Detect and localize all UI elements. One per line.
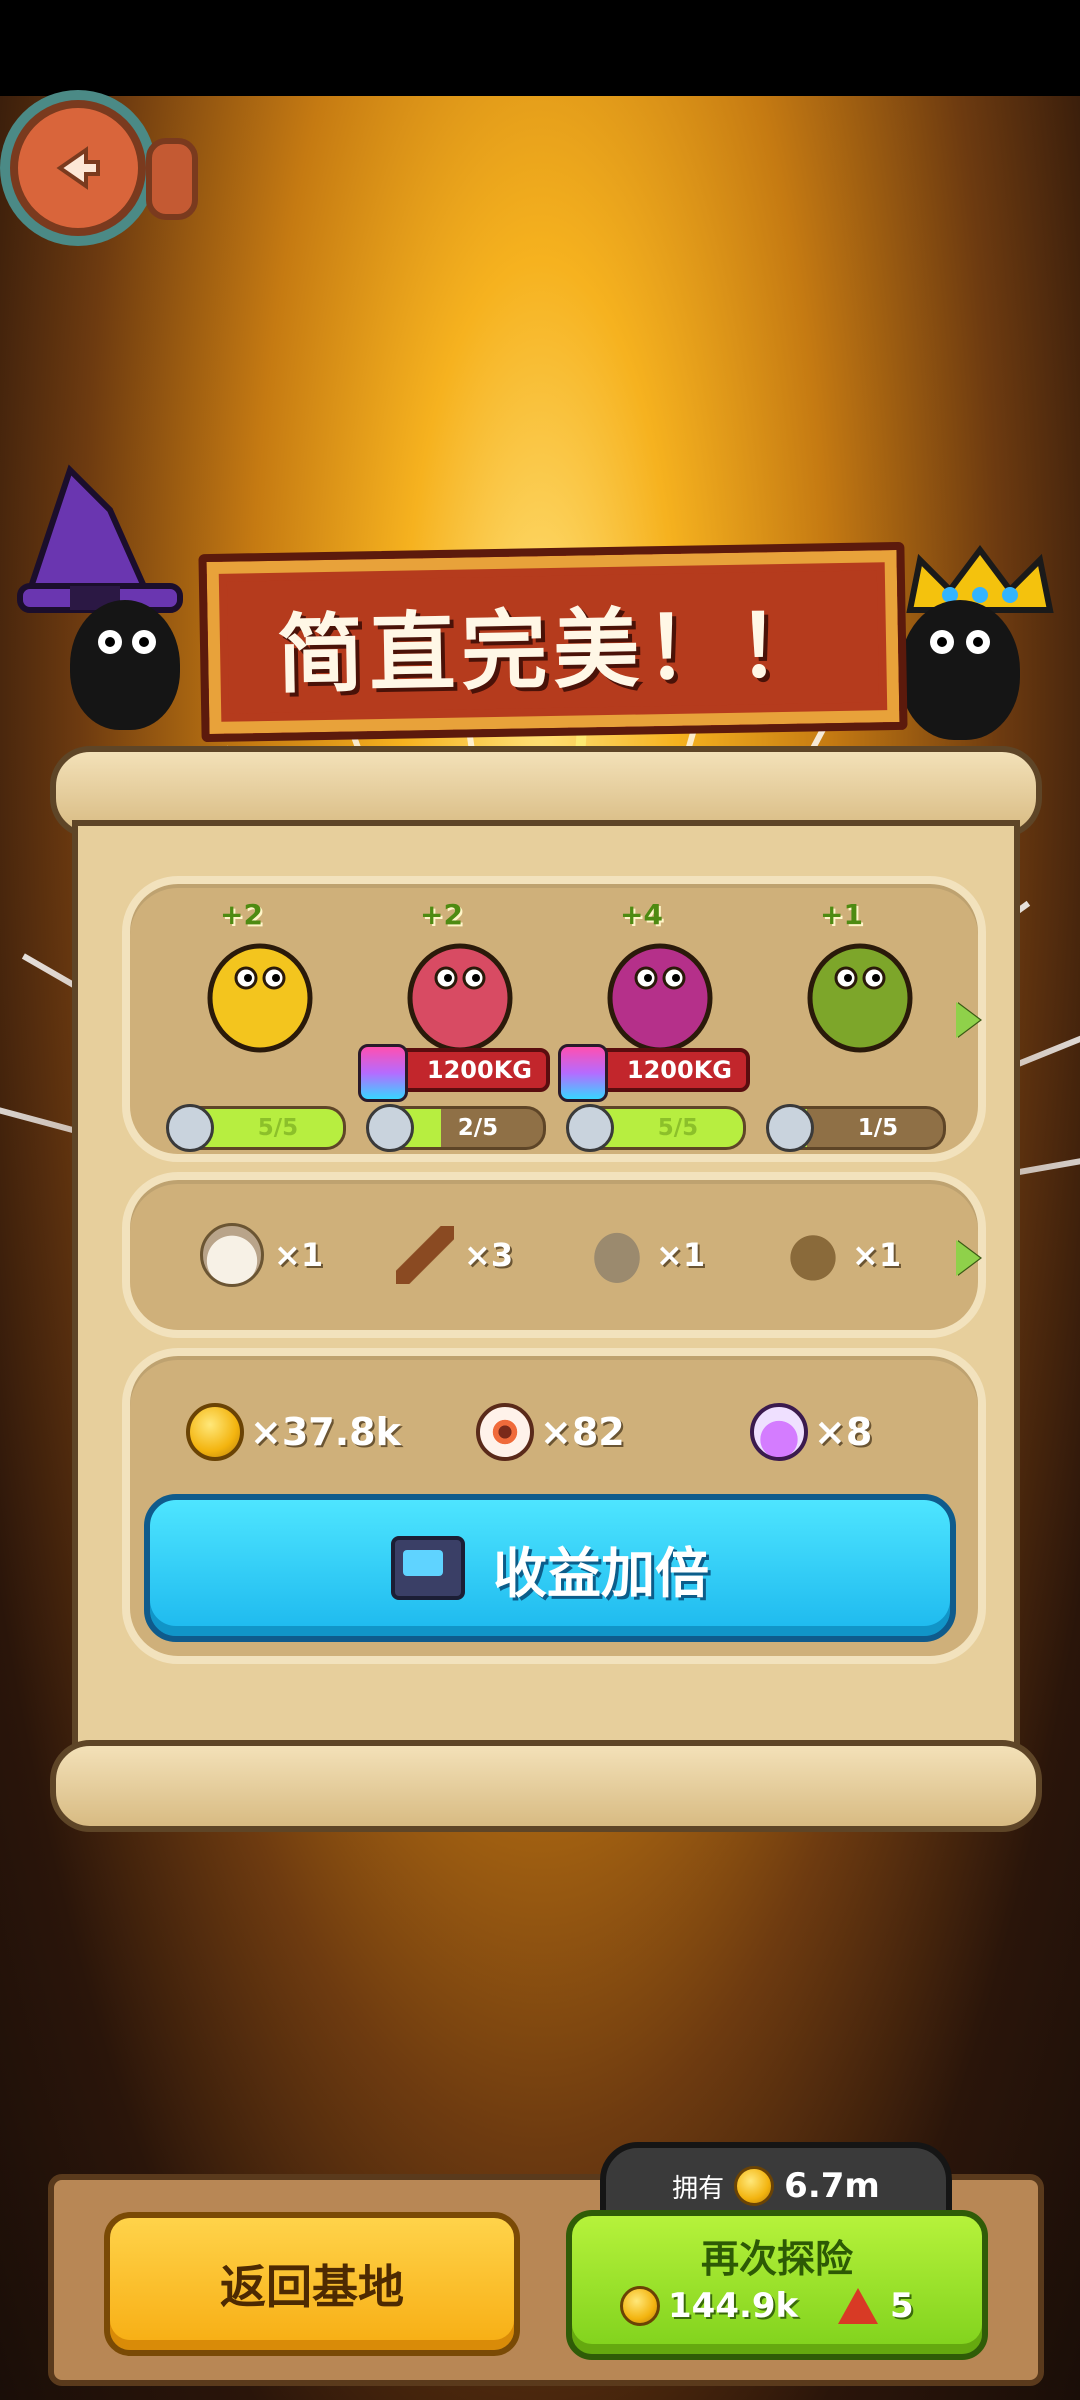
back-arrow-icon [56, 146, 100, 190]
reward-eyeball: ×82 [476, 1396, 625, 1468]
ticket-cost-value: 5 [890, 2286, 914, 2326]
loot-count: ×1 [656, 1236, 706, 1274]
scroll-bottom-roll [50, 1740, 1042, 1832]
eyeball-icon [476, 1403, 534, 1461]
wizard-mascot [0, 450, 210, 750]
explore-again-label: 再次探险 [700, 2237, 853, 2281]
monster-weight-badge: 1200KG [358, 1044, 550, 1102]
loot-count: ×3 [464, 1236, 514, 1274]
monster-level-text: 5/5 [657, 1115, 699, 1141]
monster-art-icon [807, 943, 913, 1053]
return-base-label: 返回基地 [220, 2260, 404, 2314]
skull-icon [166, 1104, 214, 1152]
monster-weight: 1200KG [426, 1056, 532, 1084]
coin-cost: 144.9k [620, 2286, 798, 2326]
gold-coin-icon [620, 2286, 660, 2326]
reward-count: ×82 [540, 1410, 625, 1454]
king-mascot [880, 540, 1080, 770]
monster-art-icon [207, 943, 313, 1053]
monster-card[interactable]: +2 1200KG 2/5 [358, 898, 560, 1152]
potion-icon [750, 1403, 808, 1461]
gold-coin-icon [734, 2166, 775, 2206]
monster-weight-badge: 1200KG [558, 1044, 750, 1102]
double-reward-label: 收益加倍 [493, 1541, 709, 1605]
reward-count: ×37.8k [250, 1410, 401, 1454]
owned-value: 6.7m [784, 2166, 880, 2206]
reward-count: ×8 [814, 1410, 873, 1454]
gold-coin-icon [186, 1403, 244, 1461]
loot-count: ×1 [852, 1236, 902, 1274]
monster-gain: +1 [820, 898, 863, 931]
video-ad-icon [391, 1536, 465, 1600]
monster-level-text: 5/5 [257, 1115, 299, 1141]
monster-card[interactable]: +4 1200KG 5/5 [558, 898, 760, 1152]
monster-gain: +2 [220, 898, 263, 931]
reward-section: ×37.8k ×82 ×8 收益加倍 [122, 1348, 986, 1664]
weight-icon [358, 1044, 408, 1102]
monster-card[interactable]: +1 1/5 [760, 898, 960, 1152]
loot-item[interactable]: ×1 [588, 1220, 705, 1290]
skull-icon [566, 1104, 614, 1152]
monster-art-icon [607, 943, 713, 1053]
loot-item[interactable]: ×3 [396, 1220, 513, 1290]
bug-shell-icon [588, 1226, 646, 1284]
monster-level-text: 2/5 [457, 1115, 499, 1141]
monster-art-icon [407, 943, 513, 1053]
monster-level-text: 1/5 [857, 1115, 899, 1141]
explore-again-button[interactable]: 再次探险 144.9k 5 [566, 2210, 988, 2360]
monster-card[interactable]: +2 5/5 [160, 898, 360, 1152]
back-button[interactable] [10, 100, 146, 236]
beetle-icon [784, 1226, 842, 1284]
monster-section: +2 5/5 +2 1200KG 2/5 +4 1200KG 5/5 +1 1/5 [122, 876, 986, 1162]
double-reward-button[interactable]: 收益加倍 [144, 1494, 956, 1642]
garlic-icon [200, 1223, 264, 1287]
monster-next-arrow-icon[interactable] [956, 1002, 980, 1038]
return-base-button[interactable]: 返回基地 [104, 2212, 520, 2356]
branch-icon [396, 1226, 454, 1284]
monster-weight: 1200KG [626, 1056, 732, 1084]
back-button-ornament [146, 138, 198, 220]
ticket-icon [838, 2288, 878, 2324]
item-section: ×1 ×3 ×1 ×1 [122, 1172, 986, 1338]
result-banner: 简直完美！！ [198, 541, 908, 743]
loot-item[interactable]: ×1 [200, 1220, 323, 1290]
status-bar [0, 0, 1080, 96]
loot-item[interactable]: ×1 [784, 1220, 901, 1290]
owned-label: 拥有 [672, 2173, 725, 2204]
monster-gain: +4 [620, 898, 663, 931]
skull-icon [766, 1104, 814, 1152]
ticket-cost: 5 [838, 2286, 914, 2326]
weight-icon [558, 1044, 608, 1102]
banner-title: 简直完美！！ [276, 595, 830, 706]
loot-count: ×1 [274, 1236, 324, 1274]
skull-icon [366, 1104, 414, 1152]
result-panel: +2 5/5 +2 1200KG 2/5 +4 1200KG 5/5 +1 1/5 ×1 ×3 ×1 ×… [72, 820, 1020, 1762]
monster-gain: +2 [420, 898, 463, 931]
coin-cost-value: 144.9k [668, 2286, 799, 2326]
reward-potion: ×8 [750, 1396, 872, 1468]
reward-gold: ×37.8k [186, 1396, 401, 1468]
item-next-arrow-icon[interactable] [956, 1240, 980, 1276]
